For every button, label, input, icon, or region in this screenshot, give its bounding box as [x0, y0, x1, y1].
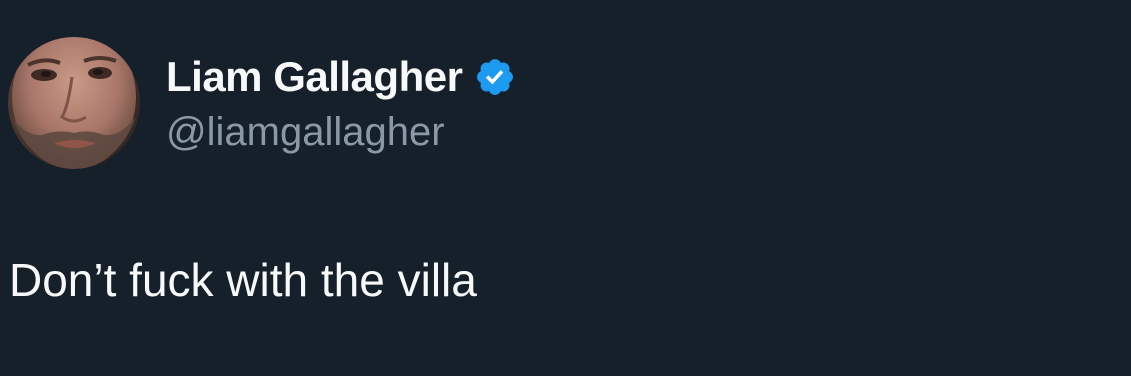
avatar[interactable] [8, 37, 140, 169]
display-name[interactable]: Liam Gallagher [166, 52, 463, 102]
tweet-text: Don’t fuck with the villa [9, 254, 477, 306]
author-name-row[interactable]: Liam Gallagher [166, 52, 516, 102]
verified-badge-icon [474, 56, 516, 98]
tweet-card: Liam Gallagher @liamgallagher Don’t fuck… [0, 0, 1131, 376]
author-handle[interactable]: @liamgallagher [166, 108, 445, 156]
avatar-photo [8, 37, 140, 169]
